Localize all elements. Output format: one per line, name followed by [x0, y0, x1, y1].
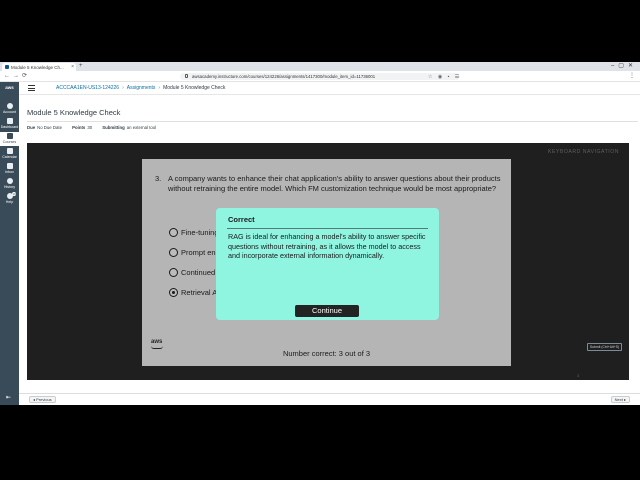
submitting-value: an external tool [126, 125, 157, 130]
previous-button[interactable]: ◂ Previous [29, 396, 56, 403]
page-title: Module 5 Knowledge Check [27, 108, 121, 117]
global-nav: aws Account Dashboard Courses Calendar I… [0, 82, 19, 405]
extension-icons[interactable]: ☆ ◉ ▪ ☰ [428, 74, 461, 80]
calendar-icon [6, 148, 13, 154]
dialog-body: RAG is ideal for enhancing a model's abi… [228, 232, 426, 261]
breadcrumb-current: Module 5 Knowledge Check [163, 85, 226, 91]
tab-title: Module 5 Knowledge Ch... [11, 64, 64, 70]
help-badge: 10 [12, 192, 16, 196]
assignment-meta: Due No Due Date Points 30 Submitting an ext… [27, 125, 165, 130]
inbox-icon [6, 163, 13, 169]
radio-button[interactable] [169, 267, 178, 277]
page-indicator: 3 [577, 373, 580, 378]
browser-toolbar: ←→⟳ awsacademy.instructure.com/courses/1… [0, 71, 640, 82]
course-header: ACCCAA1EN-US13-124226 › Assignments › Module… [19, 82, 640, 95]
nav-label: Dashboard [0, 125, 19, 129]
due-value: No Due Date [37, 125, 62, 130]
answer-option[interactable]: Fine-tuning [169, 226, 219, 238]
nav-item-calendar[interactable]: Calendar [0, 147, 19, 161]
browser-tab[interactable]: Module 5 Knowledge Ch... × [2, 63, 76, 71]
submit-button[interactable]: Submit (Ctrl+Alt+S) [587, 343, 622, 351]
clock-icon [6, 178, 13, 184]
hamburger-menu-icon[interactable] [28, 85, 35, 91]
option-label: Fine-tuning [181, 227, 219, 237]
number-correct: Number correct: 3 out of 3 [282, 349, 371, 358]
nav-item-inbox[interactable]: Inbox [0, 162, 19, 176]
radio-button-selected[interactable] [169, 287, 178, 297]
dialog-title: Correct [228, 215, 255, 224]
due-label: Due [27, 125, 36, 130]
nav-label: Help [5, 200, 14, 204]
question-text: A company wants to enhance their chat ap… [168, 174, 501, 193]
nav-item-dashboard[interactable]: Dashboard [0, 117, 19, 131]
tab-strip: Module 5 Knowledge Ch... × + –▢✕ [0, 62, 640, 71]
new-tab-button[interactable]: + [79, 63, 83, 69]
nav-buttons[interactable]: ←→⟳ [4, 72, 30, 79]
dialog-divider [227, 228, 428, 229]
aws-logo[interactable]: aws [0, 85, 19, 96]
nav-label: Calendar [2, 155, 17, 159]
next-button[interactable]: Next ▸ [610, 396, 630, 403]
close-tab-icon[interactable]: × [71, 64, 74, 70]
points-value: 30 [87, 125, 93, 130]
breadcrumb-assignments[interactable]: Assignments [127, 85, 156, 91]
url-text: awsacademy.instructure.com/courses/12422… [192, 74, 376, 79]
nav-item-courses[interactable]: Courses [0, 132, 19, 146]
breadcrumb-course[interactable]: ACCCAA1EN-US13-124226 [56, 85, 119, 91]
nav-label: Inbox [5, 170, 14, 174]
collapse-nav-icon[interactable]: ⇤ [6, 394, 11, 401]
keyboard-navigation-link[interactable]: KEYBOARD NAVIGATION [548, 149, 619, 155]
title-divider [27, 121, 638, 122]
breadcrumb: ACCCAA1EN-US13-124226 › Assignments › Module… [56, 85, 225, 91]
screen: Module 5 Knowledge Ch... × + –▢✕ ←→⟳ aws… [0, 0, 640, 480]
nav-item-account[interactable]: Account [0, 102, 19, 116]
continue-button[interactable]: Continue [295, 305, 359, 317]
points-label: Points [72, 125, 86, 130]
footer-nav: ◂ Previous Next ▸ [19, 393, 640, 405]
book-icon [6, 133, 13, 139]
kebab-menu-icon[interactable]: ⋮ [629, 72, 635, 79]
aws-brand-logo: aws [151, 339, 164, 349]
question-number: 3. [155, 174, 162, 183]
lock-icon [185, 74, 188, 78]
breadcrumb-separator: › [122, 85, 124, 91]
account-icon [6, 103, 13, 109]
favicon-icon [5, 65, 9, 69]
breadcrumb-separator: › [158, 85, 161, 91]
dashboard-icon [6, 118, 13, 124]
address-bar[interactable]: awsacademy.instructure.com/courses/12422… [180, 73, 460, 80]
radio-button[interactable] [169, 247, 178, 257]
submitting-label: Submitting [102, 125, 125, 130]
radio-button[interactable] [169, 227, 178, 237]
window-controls[interactable]: –▢✕ [611, 62, 637, 69]
feedback-dialog: Correct RAG is ideal for enhancing a mod… [216, 208, 439, 320]
nav-label: Account [3, 110, 16, 114]
nav-label: Courses [2, 140, 17, 144]
nav-item-history[interactable]: History [0, 177, 19, 191]
nav-item-help[interactable]: 10 Help [0, 192, 19, 206]
nav-label: History [3, 185, 16, 189]
